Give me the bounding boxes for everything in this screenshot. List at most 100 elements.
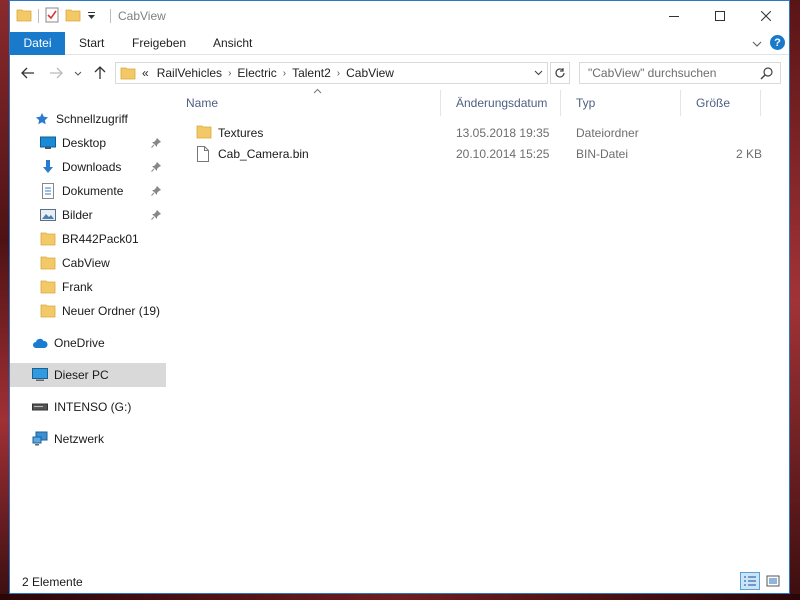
- breadcrumb-railvehicles[interactable]: RailVehicles: [151, 66, 228, 80]
- desktop-background-bottom: [0, 594, 800, 600]
- large-icons-view-button[interactable]: [763, 572, 783, 590]
- tab-ansicht[interactable]: Ansicht: [200, 32, 265, 55]
- window-title: CabView: [118, 9, 166, 23]
- sidebar-item-dokumente[interactable]: Dokumente: [10, 179, 166, 203]
- drive-icon: [32, 399, 48, 415]
- folder-icon: [40, 303, 56, 319]
- sidebar-item-frank[interactable]: Frank: [10, 275, 166, 299]
- column-divider[interactable]: [680, 90, 681, 116]
- search-input[interactable]: [580, 66, 755, 80]
- folder-icon: [40, 231, 56, 247]
- sidebar-item-neuer-ordner[interactable]: Neuer Ordner (19): [10, 299, 166, 323]
- close-button[interactable]: [743, 1, 789, 31]
- pin-icon[interactable]: [151, 137, 162, 151]
- sidebar-item-bilder[interactable]: Bilder: [10, 203, 166, 227]
- folder-icon: [120, 66, 136, 80]
- column-divider[interactable]: [560, 90, 561, 116]
- sidebar-item-schnellzugriff[interactable]: Schnellzugriff: [10, 107, 166, 131]
- new-folder-icon[interactable]: [65, 8, 81, 25]
- column-divider[interactable]: [440, 90, 441, 116]
- sidebar-item-intenso[interactable]: INTENSO (G:): [10, 395, 166, 419]
- maximize-button[interactable]: [697, 1, 743, 31]
- desktop-icon: [40, 135, 56, 151]
- back-button[interactable]: [20, 64, 36, 82]
- help-icon[interactable]: ?: [770, 35, 785, 50]
- column-header-date[interactable]: Änderungsdatum: [448, 90, 561, 116]
- sidebar-item-label: Dieser PC: [54, 368, 109, 382]
- window-controls: [651, 1, 789, 31]
- file-type: Dateiordner: [576, 125, 639, 140]
- ribbon-right: ?: [752, 35, 785, 50]
- expand-ribbon-icon[interactable]: [752, 36, 762, 50]
- sidebar-item-label: Netzwerk: [54, 432, 105, 446]
- pin-icon[interactable]: [151, 161, 162, 175]
- folder-icon: [196, 125, 212, 141]
- address-bar[interactable]: « RailVehicles › Electric › Talent2 › Ca…: [115, 62, 548, 84]
- sidebar-item-label: Bilder: [62, 208, 93, 222]
- file-name: Cab_Camera.bin: [218, 146, 309, 161]
- navigation-pane: Schnellzugriff Desktop Downloads Dokumen…: [10, 93, 166, 568]
- pin-icon[interactable]: [151, 185, 162, 199]
- sidebar-item-label: Desktop: [62, 136, 107, 150]
- up-button[interactable]: [92, 64, 108, 82]
- file-name-cell: Textures: [196, 125, 263, 141]
- file-type: BIN-Datei: [576, 146, 629, 161]
- details-view-icon: [744, 576, 756, 586]
- quick-access-toolbar: [16, 7, 96, 25]
- breadcrumb-talent2[interactable]: Talent2: [286, 66, 337, 80]
- desktop-background-right: [790, 0, 800, 600]
- tab-start[interactable]: Start: [66, 32, 117, 55]
- properties-icon[interactable]: [45, 7, 59, 26]
- folder-icon: [40, 255, 56, 271]
- column-header-type[interactable]: Typ: [568, 90, 681, 116]
- column-divider[interactable]: [760, 90, 761, 116]
- breadcrumb-electric[interactable]: Electric: [231, 66, 282, 80]
- sidebar-item-label: Dokumente: [62, 184, 124, 198]
- search-box: [579, 62, 781, 84]
- network-icon: [32, 431, 48, 447]
- minimize-button[interactable]: [651, 1, 697, 31]
- breadcrumb-overflow[interactable]: «: [136, 66, 151, 80]
- search-icon[interactable]: [760, 66, 774, 83]
- folder-icon: [16, 8, 32, 25]
- computer-icon: [32, 367, 48, 383]
- table-row[interactable]: Textures 13.05.2018 19:35 Dateiordner: [186, 122, 772, 143]
- breadcrumb-cabview[interactable]: CabView: [340, 66, 400, 80]
- chevron-down-icon: [534, 70, 542, 76]
- sidebar-item-downloads[interactable]: Downloads: [10, 155, 166, 179]
- title-separator: [110, 9, 111, 23]
- file-list: Name Änderungsdatum Typ Größe Textures 1…: [178, 88, 789, 568]
- file-name: Textures: [218, 125, 264, 140]
- sidebar-item-cabview[interactable]: CabView: [10, 251, 166, 275]
- file-name-cell: Cab_Camera.bin: [196, 145, 309, 162]
- details-view-button[interactable]: [740, 572, 760, 590]
- sidebar-item-br442pack01[interactable]: BR442Pack01: [10, 227, 166, 251]
- recent-locations-button[interactable]: [72, 64, 84, 82]
- sidebar-item-onedrive[interactable]: OneDrive: [10, 331, 166, 355]
- table-row[interactable]: Cab_Camera.bin 20.10.2014 15:25 BIN-Date…: [186, 143, 772, 164]
- download-icon: [40, 159, 56, 175]
- sidebar-item-label: Frank: [62, 280, 93, 294]
- address-dropdown[interactable]: [529, 63, 547, 83]
- arrow-up-icon: [94, 66, 106, 79]
- sidebar-item-netzwerk[interactable]: Netzwerk: [10, 427, 166, 451]
- arrow-left-icon: [21, 67, 34, 79]
- sidebar-item-dieser-pc[interactable]: Dieser PC: [10, 363, 166, 387]
- tab-freigeben[interactable]: Freigeben: [119, 32, 199, 55]
- navigation-bar: « RailVehicles › Electric › Talent2 › Ca…: [10, 56, 789, 90]
- column-header-size[interactable]: Größe: [688, 90, 768, 116]
- customize-toolbar-icon[interactable]: [87, 9, 96, 23]
- refresh-icon: [555, 68, 565, 78]
- refresh-button[interactable]: [550, 62, 570, 84]
- title-bar: CabView: [10, 1, 789, 31]
- sidebar-item-label: Neuer Ordner (19): [62, 304, 161, 318]
- ribbon-tabs: Datei Start Freigeben Ansicht ?: [10, 32, 789, 55]
- pin-icon[interactable]: [151, 209, 162, 223]
- item-count: 2 Elemente: [22, 575, 83, 589]
- column-header-name[interactable]: Name: [178, 90, 440, 116]
- sidebar-item-label: INTENSO (G:): [54, 400, 132, 414]
- status-bar: 2 Elemente: [10, 569, 789, 593]
- sidebar-item-desktop[interactable]: Desktop: [10, 131, 166, 155]
- tab-datei[interactable]: Datei: [10, 32, 65, 55]
- forward-button[interactable]: [48, 64, 64, 82]
